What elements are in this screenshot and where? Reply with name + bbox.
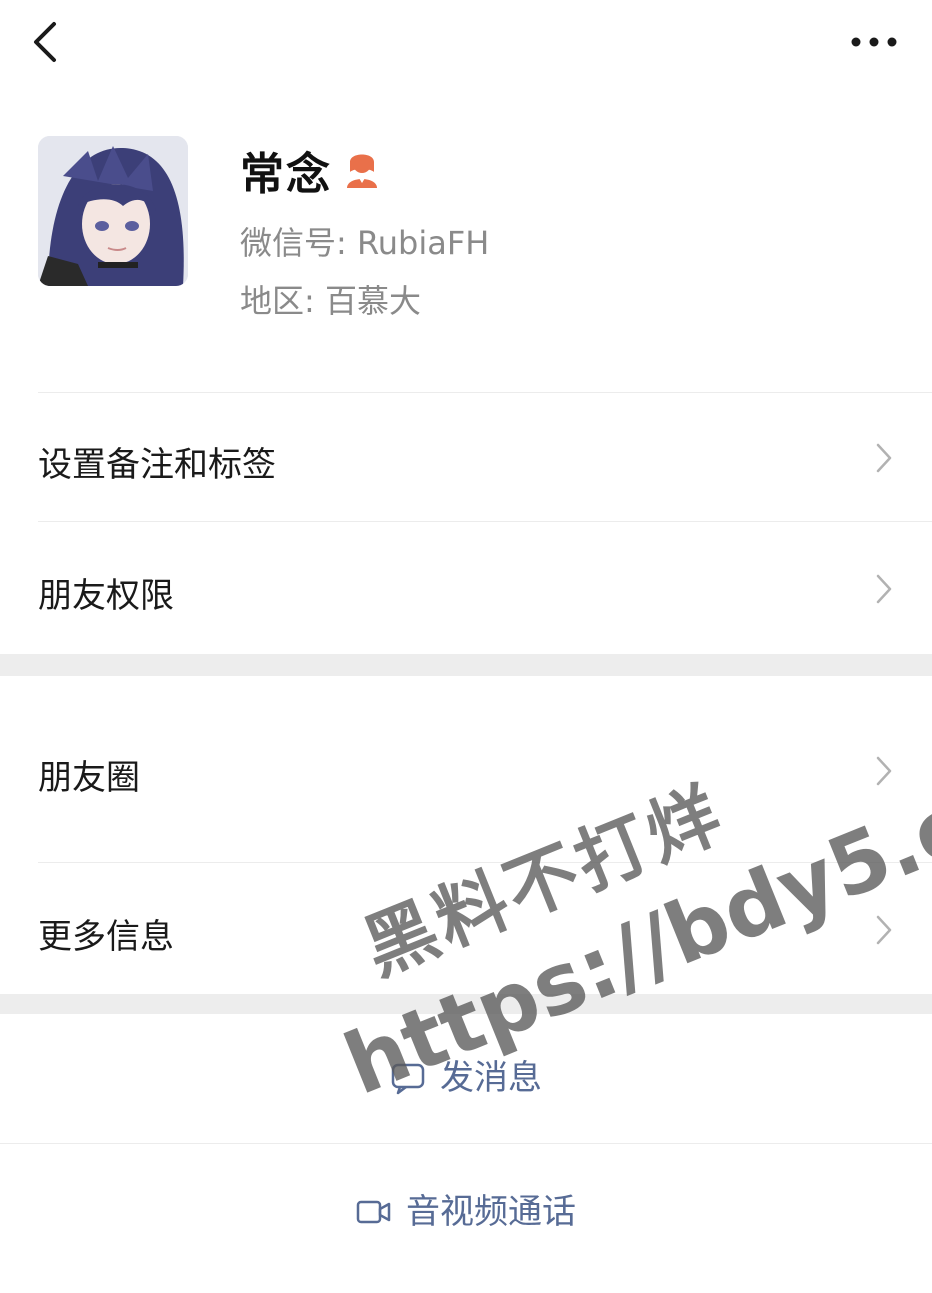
- more-dots-icon: [851, 37, 897, 47]
- video-call-label: 音视频通话: [406, 1192, 576, 1232]
- section-separator: [0, 654, 932, 676]
- avatar[interactable]: [38, 136, 188, 286]
- profile-header: 常念 微信号: RubiaFH 地区: 百慕大: [0, 120, 932, 340]
- menu-item-remark-tags[interactable]: 设置备注和标签: [0, 393, 932, 521]
- menu-item-moments[interactable]: 朋友圈: [0, 676, 932, 862]
- video-call-content: 音视频通话: [356, 1144, 576, 1280]
- menu-label: 朋友圈: [38, 758, 140, 798]
- female-user-icon: [347, 154, 377, 188]
- menu-item-friend-permissions[interactable]: 朋友权限: [0, 522, 932, 654]
- chevron-right-icon: [876, 574, 892, 604]
- wechat-id: 微信号: RubiaFH: [240, 224, 490, 262]
- send-message-content: 发消息: [390, 1014, 542, 1142]
- video-call-button[interactable]: 音视频通话: [0, 1144, 932, 1280]
- menu-label: 朋友权限: [38, 576, 174, 616]
- top-bar: [0, 0, 932, 90]
- chevron-right-icon: [876, 756, 892, 786]
- chat-bubble-icon: [391, 1063, 425, 1095]
- chevron-right-icon: [876, 915, 892, 945]
- chevron-right-icon: [876, 443, 892, 473]
- section-separator: [0, 994, 932, 1014]
- region: 地区: 百慕大: [240, 282, 421, 320]
- menu-label: 更多信息: [38, 917, 174, 957]
- back-button[interactable]: [24, 14, 72, 70]
- menu-item-more-info[interactable]: 更多信息: [0, 863, 932, 994]
- more-button[interactable]: [846, 22, 906, 62]
- send-message-button[interactable]: 发消息: [0, 1014, 932, 1142]
- chevron-left-icon: [34, 22, 56, 62]
- video-camera-icon: [356, 1200, 391, 1224]
- contact-name: 常念: [240, 149, 332, 200]
- anime-avatar-image: [38, 136, 188, 286]
- send-message-label: 发消息: [440, 1058, 542, 1098]
- menu-label: 设置备注和标签: [38, 445, 276, 485]
- name-row: 常念: [240, 140, 380, 200]
